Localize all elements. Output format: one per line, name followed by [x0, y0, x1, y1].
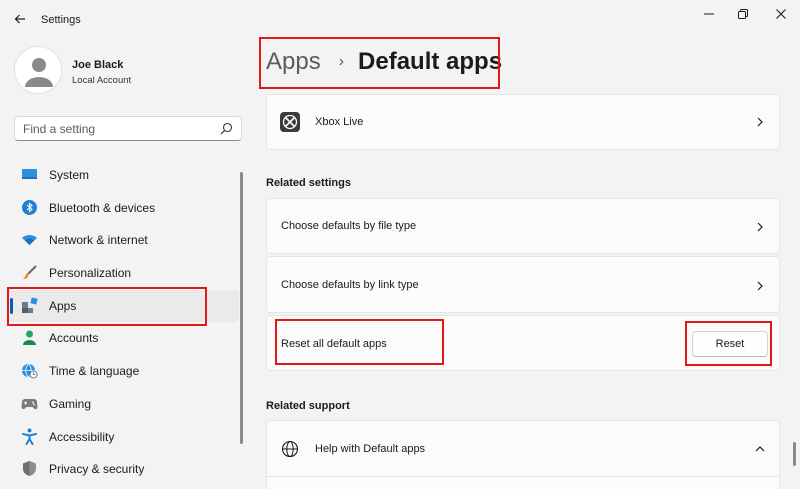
- avatar: [14, 46, 62, 94]
- close-button[interactable]: [766, 3, 796, 25]
- app-name: Xbox Live: [315, 116, 364, 128]
- shield-icon: [23, 461, 36, 477]
- chevron-up-icon: [755, 446, 765, 452]
- accessibility-icon: [22, 428, 37, 445]
- sidebar-item-label: Network & internet: [49, 233, 148, 248]
- account-type: Local Account: [72, 75, 132, 86]
- minimize-icon: [704, 13, 714, 15]
- user-name: Joe Black: [72, 59, 124, 71]
- sidebar-item-label: Accounts: [49, 331, 99, 346]
- help-default-apps[interactable]: Help with Default apps: [266, 420, 780, 478]
- reset-button[interactable]: Reset: [692, 331, 768, 357]
- person-icon: [23, 330, 36, 346]
- choose-defaults-file-type[interactable]: Choose defaults by file type: [266, 198, 780, 254]
- sidebar-item-privacy[interactable]: Privacy & security: [7, 453, 239, 485]
- page-title: Default apps: [358, 48, 503, 75]
- sidebar-item-label: Apps: [49, 298, 77, 313]
- selection-indicator: [10, 297, 13, 314]
- sidebar-item-label: Time & language: [49, 364, 140, 379]
- gamepad-icon: [21, 398, 38, 409]
- card-label: Choose defaults by link type: [281, 279, 419, 291]
- user-profile[interactable]: Joe Black Local Account: [14, 46, 244, 96]
- sidebar-item-network[interactable]: Network & internet: [7, 224, 239, 256]
- sidebar-item-label: Gaming: [49, 396, 92, 411]
- back-arrow-icon: [14, 14, 25, 24]
- apps-icon: [22, 297, 38, 313]
- chevron-right-icon: [757, 281, 763, 291]
- card-label: Choose defaults by file type: [281, 220, 417, 232]
- breadcrumb-apps[interactable]: Apps: [266, 48, 321, 76]
- sidebar-scrollbar[interactable]: [240, 172, 243, 444]
- wifi-icon: [22, 235, 37, 246]
- related-support-title: Related support: [266, 400, 350, 412]
- title-bar: Settings: [0, 0, 800, 40]
- chevron-right-icon: [757, 117, 763, 127]
- search-icon[interactable]: [220, 122, 233, 135]
- sidebar-item-label: Personalization: [49, 266, 132, 281]
- close-icon: [776, 9, 786, 19]
- chevron-right-icon: [757, 222, 763, 232]
- sidebar-item-label: Privacy & security: [49, 462, 145, 477]
- breadcrumb: Apps › Default apps: [266, 45, 502, 79]
- sidebar-item-bluetooth[interactable]: Bluetooth & devices: [7, 192, 239, 224]
- back-button[interactable]: [8, 7, 32, 31]
- app-row-xbox-live[interactable]: Xbox Live: [266, 94, 780, 150]
- restore-icon: [738, 9, 748, 19]
- minimize-button[interactable]: [694, 3, 724, 25]
- monitor-icon: [22, 169, 37, 179]
- reset-label: Reset all default apps: [281, 338, 387, 350]
- restore-button[interactable]: [728, 3, 758, 25]
- sidebar-item-label: Bluetooth & devices: [49, 200, 156, 215]
- globe-clock-icon: [22, 363, 38, 379]
- app-title: Settings: [41, 14, 81, 26]
- sidebar-item-accessibility[interactable]: Accessibility: [7, 421, 239, 453]
- sidebar-nav: System Bluetooth & devices Network & int…: [7, 159, 239, 486]
- sidebar-item-time-language[interactable]: Time & language: [7, 355, 239, 387]
- related-settings-title: Related settings: [266, 177, 351, 189]
- content-scrollbar[interactable]: [793, 442, 796, 466]
- breadcrumb-separator: ›: [338, 53, 345, 70]
- xbox-icon: [280, 112, 300, 132]
- sidebar-item-apps[interactable]: Apps: [7, 289, 239, 322]
- help-label: Help with Default apps: [315, 443, 426, 455]
- sidebar-item-label: System: [49, 168, 90, 182]
- sidebar-item-gaming[interactable]: Gaming: [7, 388, 239, 420]
- choose-defaults-link-type[interactable]: Choose defaults by link type: [266, 256, 780, 313]
- bluetooth-icon: [22, 199, 37, 215]
- search-input[interactable]: [15, 117, 215, 140]
- sidebar-item-accounts[interactable]: Accounts: [7, 322, 239, 354]
- person-avatar-icon: [25, 58, 53, 87]
- search-box[interactable]: [14, 116, 242, 141]
- help-expanded-content: [266, 476, 780, 489]
- globe-icon: [281, 440, 299, 458]
- brush-icon: [23, 265, 37, 280]
- sidebar-item-system[interactable]: System: [7, 159, 239, 191]
- sidebar-item-personalization[interactable]: Personalization: [7, 257, 239, 289]
- sidebar-item-label: Accessibility: [49, 429, 115, 444]
